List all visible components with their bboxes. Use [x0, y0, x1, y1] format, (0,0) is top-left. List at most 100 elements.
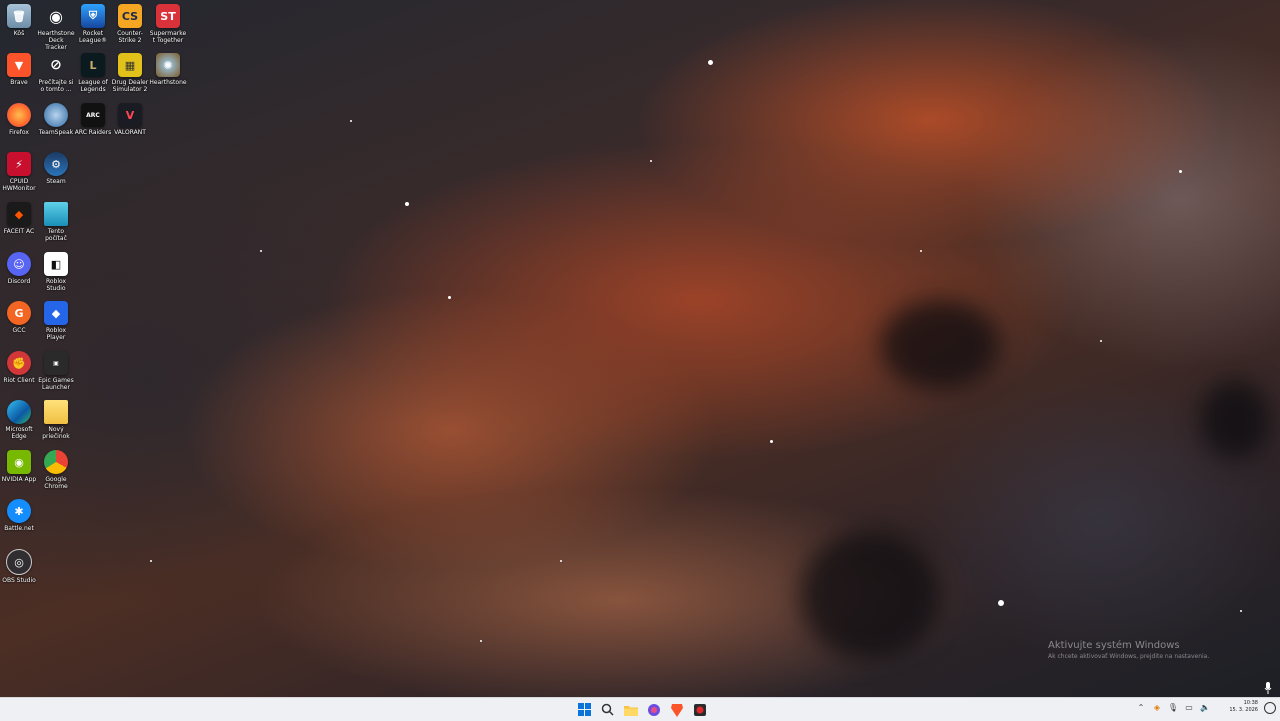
start-button[interactable]	[576, 701, 593, 718]
readme-shortcut[interactable]: ⊘ Prečítajte si o tomto ...	[37, 53, 75, 93]
steam-shortcut[interactable]: ⚙ Steam	[37, 152, 75, 185]
drug-dealer-simulator-shortcut[interactable]: ▦ Drug Dealer Simulator 2	[111, 53, 149, 93]
cpuid-taskbar-button[interactable]	[691, 701, 708, 718]
shortcut-label: Drug Dealer Simulator 2	[111, 79, 149, 93]
shortcut-label: Roblox Studio	[45, 278, 67, 292]
shortcut-label: Rocket League®	[79, 30, 107, 44]
shortcut-label: Hearthstone	[149, 79, 187, 86]
hearthstone-shortcut[interactable]: ✺ Hearthstone	[149, 53, 187, 86]
battlenet-icon: ✱	[7, 499, 31, 523]
shortcut-label: CPUID HWMonitor	[2, 178, 36, 192]
shortcut-label: Brave	[10, 79, 28, 86]
folder-icon	[623, 705, 638, 716]
faceit-ac-shortcut[interactable]: ◆ FACEIT AC	[0, 202, 38, 235]
discord-shortcut[interactable]: ☺ Discord	[0, 252, 38, 285]
epic-games-icon: ▣	[44, 351, 68, 375]
supermarket-together-shortcut[interactable]: ST Supermarket Together	[149, 4, 187, 44]
valorant-icon: V	[118, 103, 142, 127]
shortcut-label: Steam	[46, 178, 66, 185]
brave-icon: ▼	[7, 53, 31, 77]
rocket-league-icon: ⛨	[81, 4, 105, 28]
star	[998, 600, 1004, 606]
new-folder-shortcut[interactable]: Nový priečinok	[37, 400, 75, 440]
counter-strike-shortcut[interactable]: CS Counter-Strike 2	[111, 4, 149, 44]
microphone-icon[interactable]	[1264, 682, 1272, 694]
tray-app-icon[interactable]: ◈	[1152, 702, 1162, 712]
league-icon: L	[81, 53, 105, 77]
search-button[interactable]	[599, 701, 616, 718]
epic-games-shortcut[interactable]: ▣ Epic Games Launcher	[37, 351, 75, 391]
hearthstone-deck-tracker-shortcut[interactable]: ◉ Hearthstone Deck Tracker	[37, 4, 75, 52]
star	[920, 250, 922, 252]
taskbar-app-button[interactable]	[645, 701, 662, 718]
roblox-studio-shortcut[interactable]: ◧ Roblox Studio	[37, 252, 75, 292]
star	[1240, 610, 1242, 612]
firefox-shortcut[interactable]: Firefox	[0, 103, 38, 136]
gcc-icon: G	[7, 301, 31, 325]
shortcut-label: OBS Studio	[2, 577, 36, 584]
chrome-shortcut[interactable]: Google Chrome	[37, 450, 75, 490]
edge-shortcut[interactable]: Microsoft Edge	[0, 400, 38, 440]
search-icon	[601, 703, 614, 716]
notification-center-icon[interactable]	[1264, 702, 1276, 714]
star	[650, 160, 652, 162]
firefox-icon	[7, 103, 31, 127]
recycle-bin-shortcut[interactable]: 🗑 Kôš	[0, 4, 38, 37]
shortcut-label: Hearthstone Deck Tracker	[37, 30, 75, 51]
supermarket-together-icon: ST	[156, 4, 180, 28]
deck-tracker-icon: ◉	[49, 6, 63, 26]
this-pc-shortcut[interactable]: Tento počítač	[37, 202, 75, 242]
battlenet-shortcut[interactable]: ✱ Battle.net	[0, 499, 38, 532]
valorant-shortcut[interactable]: V VALORANT	[111, 103, 149, 136]
star	[770, 440, 773, 443]
nebula-dark-cloud	[1200, 380, 1270, 460]
obs-studio-shortcut[interactable]: ◎ OBS Studio	[0, 549, 38, 584]
star	[1100, 340, 1102, 342]
teamspeak-shortcut[interactable]: TeamSpeak	[37, 103, 75, 136]
brave-shortcut[interactable]: ▼ Brave	[0, 53, 38, 86]
chevron-up-icon[interactable]: ⌃	[1136, 702, 1146, 712]
clock-date: 15. 3. 2026	[1229, 707, 1258, 713]
activation-title: Aktivujte systém Windows	[1048, 640, 1180, 651]
brave-icon	[670, 703, 683, 717]
shortcut-label: FACEIT AC	[3, 228, 35, 235]
activation-subtitle: Ak chcete aktivovať Windows, prejdite na…	[1048, 653, 1210, 660]
shortcut-label: ARC Raiders	[74, 129, 112, 136]
shortcut-label: Prečítajte si o tomto ...	[38, 79, 74, 93]
shortcut-label: Epic Games Launcher	[38, 377, 74, 391]
star	[448, 296, 451, 299]
star	[560, 560, 562, 562]
speaker-icon[interactable]: 🔈	[1200, 702, 1210, 712]
microphone-tray-icon[interactable]: 🎙	[1168, 702, 1178, 712]
star	[480, 640, 482, 642]
shortcut-label: Riot Client	[3, 377, 35, 384]
faceit-icon: ◆	[7, 202, 31, 226]
rocket-league-shortcut[interactable]: ⛨ Rocket League®	[74, 4, 112, 44]
roblox-icon: ◆	[44, 301, 68, 325]
roblox-player-shortcut[interactable]: ◆ Roblox Player	[37, 301, 75, 341]
monitor-icon[interactable]: ▭	[1184, 702, 1194, 712]
riot-client-shortcut[interactable]: ✊ Riot Client	[0, 351, 38, 384]
shortcut-label: Firefox	[9, 129, 29, 136]
cpuid-hwmonitor-shortcut[interactable]: ⚡ CPUID HWMonitor	[0, 152, 38, 192]
shortcut-label: Discord	[7, 278, 31, 285]
hearthstone-icon: ✺	[156, 53, 180, 77]
info-compass-icon: ⊘	[50, 57, 62, 73]
arc-raiders-shortcut[interactable]: ARC ARC Raiders	[74, 103, 112, 136]
taskbar-pinned-apps	[576, 701, 708, 718]
shortcut-label: TeamSpeak	[38, 129, 74, 136]
nvidia-app-shortcut[interactable]: ◉ NVIDIA App	[0, 450, 38, 483]
roblox-studio-icon: ◧	[44, 252, 68, 276]
drug-dealer-icon: ▦	[118, 53, 142, 77]
file-explorer-button[interactable]	[622, 701, 639, 718]
chrome-icon	[44, 450, 68, 474]
taskbar-clock[interactable]: 10:38 15. 3. 2026	[1229, 700, 1258, 714]
league-of-legends-shortcut[interactable]: L League of Legends	[74, 53, 112, 93]
shortcut-label: Microsoft Edge	[5, 426, 33, 440]
gcc-shortcut[interactable]: G GCC	[0, 301, 38, 334]
desktop-wallpaper	[0, 0, 1280, 697]
brave-taskbar-button[interactable]	[668, 701, 685, 718]
taskbar: ⌃ ◈ 🎙 ▭ 🔈 10:38 15. 3. 2026	[0, 697, 1280, 721]
counter-strike-icon: CS	[118, 4, 142, 28]
star	[1179, 170, 1182, 173]
